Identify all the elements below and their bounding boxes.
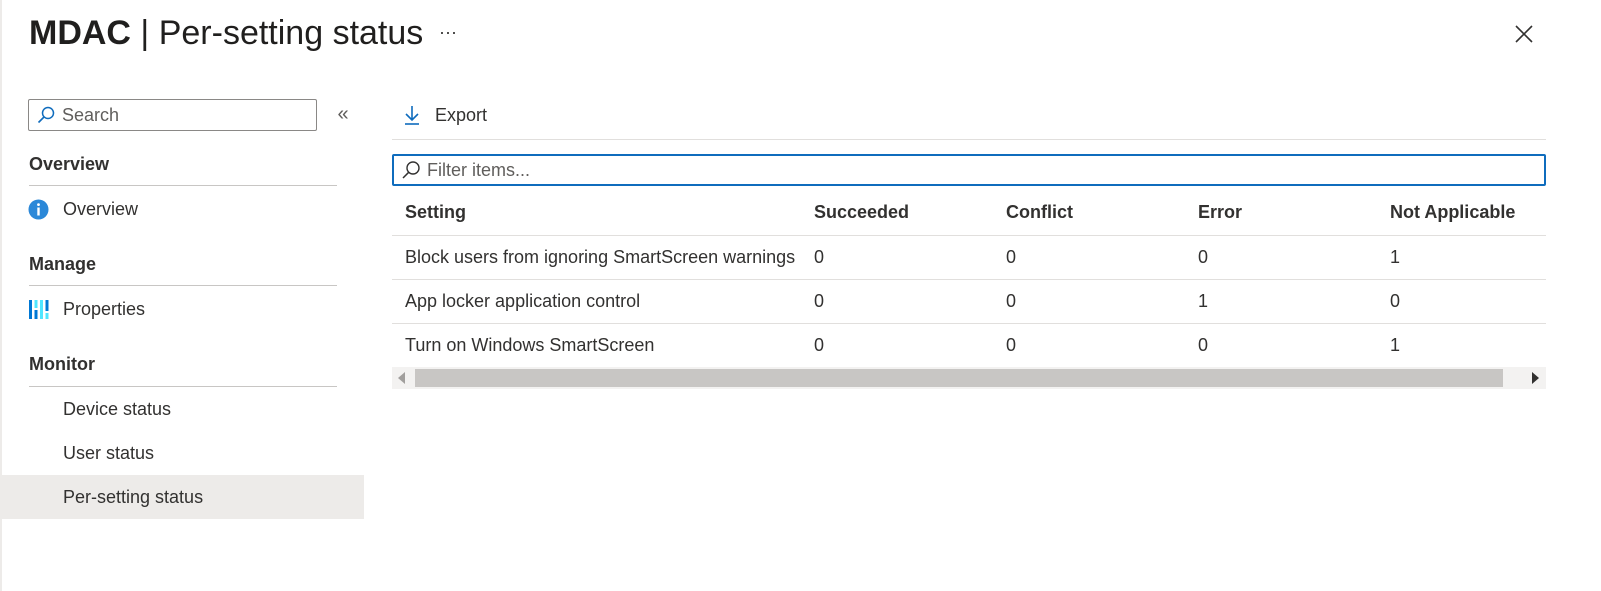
table-cell-succeeded: 0 (814, 247, 825, 267)
table-cell-setting: Turn on Windows SmartScreen (405, 335, 655, 355)
column-header-succeeded[interactable]: Succeeded (814, 190, 909, 235)
table-cell-error: 0 (1198, 247, 1209, 267)
column-header-error[interactable]: Error (1198, 190, 1242, 235)
download-icon (405, 106, 419, 125)
sidebar-item-properties[interactable]: Properties (0, 287, 364, 331)
section-heading-monitor: Monitor (29, 354, 95, 374)
settings-table: Setting Succeeded Conflict Error Not App… (392, 190, 1546, 368)
table-cell-not-applicable: 1 (1390, 335, 1401, 355)
page-title-page: Per-setting status (158, 14, 424, 52)
section-divider (29, 185, 337, 186)
table-cell-setting: Block users from ignoring SmartScreen wa… (405, 247, 796, 267)
sidebar-item-label: Overview (63, 199, 139, 219)
table-cell-conflict: 0 (1006, 247, 1017, 267)
sidebar-item-label: Per-setting status (63, 487, 204, 507)
search-icon (37, 106, 55, 124)
sidebar-item-device-status[interactable]: Device status (0, 387, 364, 431)
close-button[interactable] (1509, 19, 1539, 49)
table-cell-succeeded: 0 (814, 291, 825, 311)
sidebar-item-label: User status (63, 443, 155, 463)
sidebar-search[interactable] (28, 99, 317, 131)
collapse-sidebar-button[interactable]: « (332, 103, 354, 127)
table-cell-succeeded: 0 (814, 335, 825, 355)
section-divider (29, 285, 337, 286)
table-cell-error: 1 (1198, 291, 1209, 311)
table-row[interactable]: App locker application control 0 0 1 0 (392, 280, 1546, 324)
table-header-row: Setting Succeeded Conflict Error Not App… (392, 190, 1546, 236)
sidebar-item-overview[interactable]: Overview (0, 187, 364, 231)
column-header-setting[interactable]: Setting (405, 190, 466, 235)
page-title: MDAC | Per-setting status (29, 12, 423, 54)
table-cell-setting: App locker application control (405, 291, 641, 311)
scroll-left-icon[interactable] (398, 372, 405, 384)
info-icon (28, 199, 49, 220)
page-title-separator: | (130, 14, 159, 52)
table-cell-conflict: 0 (1006, 291, 1017, 311)
close-icon (1515, 25, 1533, 43)
sidebar-search-input[interactable] (62, 104, 302, 126)
more-options-button[interactable]: ··· (436, 20, 460, 44)
table-row[interactable]: Block users from ignoring SmartScreen wa… (392, 236, 1546, 280)
scroll-right-icon[interactable] (1532, 372, 1539, 384)
properties-icon (29, 300, 49, 319)
column-header-conflict[interactable]: Conflict (1006, 190, 1073, 235)
export-label: Export (435, 104, 488, 125)
section-heading-manage: Manage (29, 254, 97, 274)
sidebar-item-label: Device status (63, 399, 172, 419)
search-icon (402, 161, 420, 179)
filter-field[interactable] (392, 154, 1546, 186)
export-button[interactable]: Export (400, 98, 487, 132)
table-cell-not-applicable: 1 (1390, 247, 1401, 267)
scrollbar-thumb[interactable] (415, 369, 1503, 387)
table-cell-conflict: 0 (1006, 335, 1017, 355)
sidebar-item-user-status[interactable]: User status (0, 431, 364, 475)
column-header-not-applicable[interactable]: Not Applicable (1390, 190, 1515, 235)
table-cell-not-applicable: 0 (1390, 291, 1401, 311)
table-row[interactable]: Turn on Windows SmartScreen 0 0 0 1 (392, 324, 1546, 368)
horizontal-scrollbar[interactable] (392, 367, 1546, 389)
filter-input[interactable] (427, 159, 1527, 181)
sidebar-item-per-setting-status[interactable]: Per-setting status (0, 475, 364, 519)
section-heading-overview: Overview (29, 154, 110, 174)
toolbar-divider (392, 139, 1546, 140)
sidebar-item-label: Properties (63, 299, 146, 319)
page-title-brand: MDAC (29, 14, 131, 52)
table-cell-error: 0 (1198, 335, 1209, 355)
